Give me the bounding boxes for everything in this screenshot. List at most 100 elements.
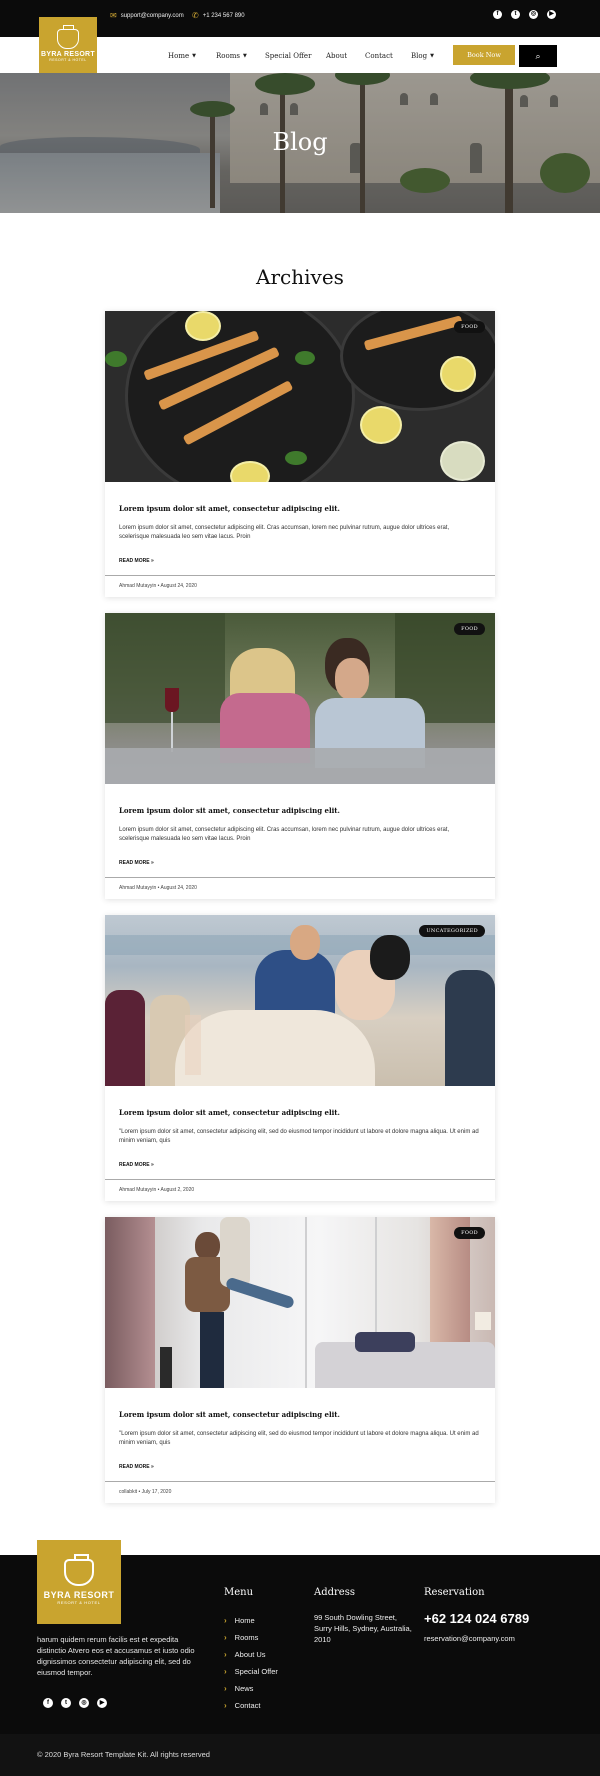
post-image-kebab-plate[interactable] xyxy=(105,311,495,482)
site-logo[interactable]: BYRA RESORT RESORT & HOTEL xyxy=(39,17,97,73)
nav-special-offer[interactable]: Special Offer xyxy=(265,52,326,60)
book-now-button[interactable]: Book Now xyxy=(453,45,515,65)
footer-menu: › Home › Rooms › About Us › Special Offer › N… xyxy=(224,1612,278,1714)
copyright-text: © 2020 Byra Resort Template Kit. All rig… xyxy=(37,1750,210,1759)
lion-crest-icon xyxy=(64,1554,94,1586)
youtube-icon[interactable]: ▶ xyxy=(97,1698,107,1708)
footer-menu-label: Contact xyxy=(234,1701,261,1710)
archives-heading: Archives xyxy=(256,265,344,289)
reservation-phone[interactable]: +62 124 024 6789 xyxy=(424,1611,529,1626)
nav-about-label: About xyxy=(326,52,348,60)
instagram-icon[interactable]: ◎ xyxy=(529,10,538,19)
footer-menu-special-offer[interactable]: › Special Offer xyxy=(224,1663,278,1680)
post-meta: Ahmad Mutayyin • August 24, 2020 xyxy=(119,583,197,589)
footer-menu-title: Menu xyxy=(224,1587,254,1598)
divider xyxy=(105,877,495,878)
top-phone[interactable]: ✆ +1 234 567 890 xyxy=(192,12,245,20)
footer-menu-label: About Us xyxy=(234,1650,266,1659)
post-author: Ahmad Mutayyin xyxy=(119,583,157,589)
blog-post-card[interactable]: FOOD Lorem ipsum dolor sit amet, consect… xyxy=(105,1217,495,1503)
facebook-icon[interactable]: f xyxy=(43,1698,53,1708)
envelope-icon: ✉ xyxy=(110,11,117,20)
post-date: August 2, 2020 xyxy=(160,1187,195,1193)
brand-name: BYRA RESORT xyxy=(41,50,95,58)
post-date: August 24, 2020 xyxy=(160,885,197,891)
chevron-right-icon: › xyxy=(224,1616,227,1625)
read-more-link[interactable]: READ MORE » xyxy=(119,1464,154,1470)
footer-brand-tagline: RESORT & HOTEL xyxy=(57,1600,101,1605)
blog-post-card[interactable]: FOOD Lorem ipsum dolor sit amet, consect… xyxy=(105,613,495,899)
footer-menu-news[interactable]: › News xyxy=(224,1680,278,1697)
footer-menu-label: News xyxy=(234,1684,254,1693)
read-more-link[interactable]: READ MORE » xyxy=(119,558,154,564)
nav-blog[interactable]: Blog ▼ xyxy=(411,52,451,60)
footer-logo[interactable]: BYRA RESORT RESORT & HOTEL xyxy=(37,1540,121,1624)
post-date: August 24, 2020 xyxy=(160,583,197,589)
post-meta: Ahmad Mutayyin • August 2, 2020 xyxy=(119,1187,194,1193)
caret-down-icon: ▼ xyxy=(242,53,247,59)
post-excerpt: "Lorem ipsum dolor sit amet, consectetur… xyxy=(119,1129,479,1144)
nav-about[interactable]: About xyxy=(326,52,365,60)
twitter-icon[interactable]: t xyxy=(511,10,520,19)
post-author: Ahmad Mutayyin xyxy=(119,885,157,891)
lion-crest-icon xyxy=(57,24,79,49)
youtube-icon[interactable]: ▶ xyxy=(547,10,556,19)
blog-post-card[interactable]: FOOD Lorem ipsum dolor sit amet, consect… xyxy=(105,311,495,597)
category-badge[interactable]: UNCATEGORIZED xyxy=(419,925,485,937)
footer-menu-about-us[interactable]: › About Us xyxy=(224,1646,278,1663)
post-author: Ahmad Mutayyin xyxy=(119,1187,157,1193)
footer-menu-label: Special Offer xyxy=(234,1667,278,1676)
brand-tagline: RESORT & HOTEL xyxy=(49,57,87,62)
nav-contact[interactable]: Contact xyxy=(365,52,411,60)
nav-special-offer-label: Special Offer xyxy=(265,52,312,60)
search-icon: ⌕ xyxy=(535,51,541,61)
nav-blog-label: Blog xyxy=(411,52,428,60)
post-title[interactable]: Lorem ipsum dolor sit amet, consectetur … xyxy=(119,504,340,513)
chevron-right-icon: › xyxy=(224,1684,227,1693)
nav-contact-label: Contact xyxy=(365,52,393,60)
post-title[interactable]: Lorem ipsum dolor sit amet, consectetur … xyxy=(119,806,340,815)
top-email[interactable]: ✉ support@company.com xyxy=(110,12,184,20)
footer-menu-label: Home xyxy=(234,1616,255,1625)
footer-menu-contact[interactable]: › Contact xyxy=(224,1697,278,1714)
chevron-right-icon: › xyxy=(224,1650,227,1659)
footer-brand-name: BYRA RESORT xyxy=(43,1590,115,1600)
footer-address: 99 South Dowling Street, Surry Hills, Sy… xyxy=(314,1613,412,1644)
post-meta: collabkit • July 17, 2020 xyxy=(119,1489,171,1495)
nav-home[interactable]: Home ▼ xyxy=(168,52,216,60)
post-image-couple-bedroom[interactable] xyxy=(105,1217,495,1388)
footer-menu-rooms[interactable]: › Rooms xyxy=(224,1629,278,1646)
chevron-right-icon: › xyxy=(224,1667,227,1676)
post-image-wedding[interactable] xyxy=(105,915,495,1086)
category-badge[interactable]: FOOD xyxy=(454,623,485,635)
post-excerpt: "Lorem ipsum dolor sit amet, consectetur… xyxy=(119,1431,479,1446)
nav-home-label: Home xyxy=(168,52,190,60)
facebook-icon[interactable]: f xyxy=(493,10,502,19)
footer-address-title: Address xyxy=(314,1587,355,1598)
post-excerpt: Lorem ipsum dolor sit amet, consectetur … xyxy=(119,827,450,842)
footer-about-text: harum quidem rerum facilis est et expedi… xyxy=(37,1635,195,1677)
read-more-link[interactable]: READ MORE » xyxy=(119,860,154,866)
post-date: July 17, 2020 xyxy=(141,1489,172,1495)
category-badge[interactable]: FOOD xyxy=(454,321,485,333)
blog-post-card[interactable]: UNCATEGORIZED Lorem ipsum dolor sit amet… xyxy=(105,915,495,1201)
post-meta: Ahmad Mutayyin • August 24, 2020 xyxy=(119,885,197,891)
hero-title: Blog xyxy=(272,128,328,156)
search-button[interactable]: ⌕ xyxy=(519,45,557,67)
footer-social-links: f t ◎ ▶ xyxy=(43,1698,107,1708)
instagram-icon[interactable]: ◎ xyxy=(79,1698,89,1708)
read-more-link[interactable]: READ MORE » xyxy=(119,1162,154,1168)
twitter-icon[interactable]: t xyxy=(61,1698,71,1708)
post-title[interactable]: Lorem ipsum dolor sit amet, consectetur … xyxy=(119,1410,340,1419)
post-image-couple-dinner[interactable] xyxy=(105,613,495,784)
chevron-right-icon: › xyxy=(224,1633,227,1642)
divider xyxy=(105,1481,495,1482)
footer-menu-home[interactable]: › Home xyxy=(224,1612,278,1629)
category-badge[interactable]: FOOD xyxy=(454,1227,485,1239)
nav-rooms[interactable]: Rooms ▼ xyxy=(216,52,265,60)
reservation-email[interactable]: reservation@company.com xyxy=(424,1634,515,1643)
nav-rooms-label: Rooms xyxy=(216,52,240,60)
caret-down-icon: ▼ xyxy=(430,53,434,59)
caret-down-icon: ▼ xyxy=(192,53,196,59)
post-title[interactable]: Lorem ipsum dolor sit amet, consectetur … xyxy=(119,1108,340,1117)
